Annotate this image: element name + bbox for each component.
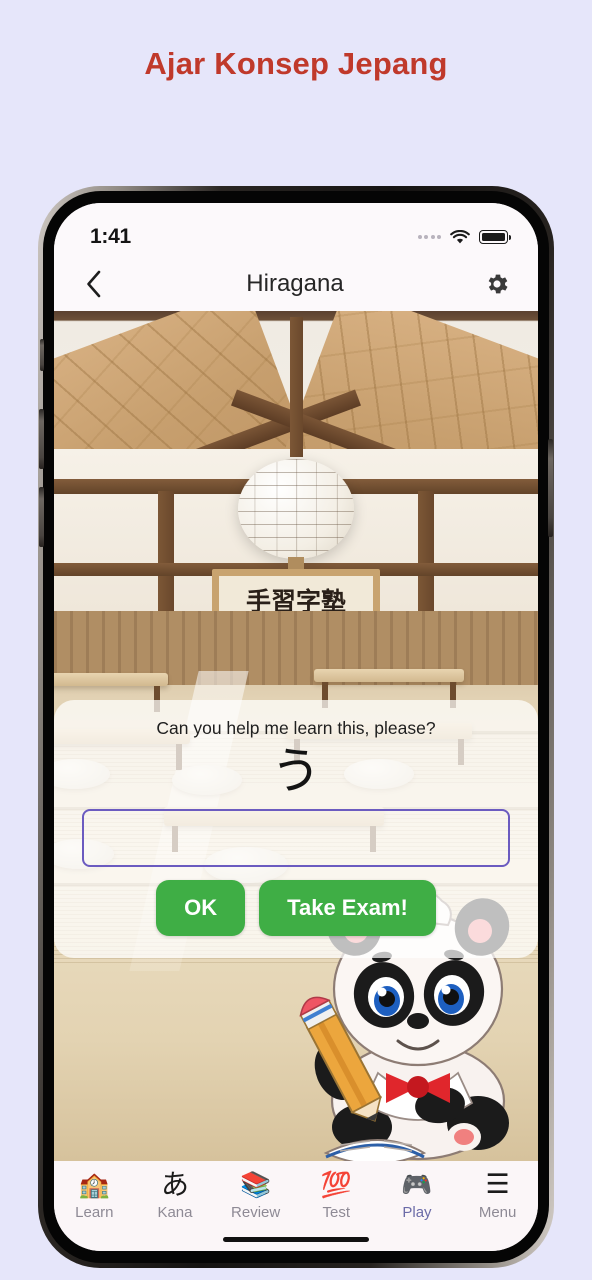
wall-post-left bbox=[158, 491, 174, 611]
status-bar: 1:41 bbox=[54, 203, 538, 257]
status-icons bbox=[417, 229, 511, 245]
hundred-points-icon: 💯 bbox=[320, 1170, 352, 1199]
paper-lantern-icon bbox=[238, 459, 354, 559]
wifi-icon bbox=[450, 229, 470, 245]
tab-test[interactable]: 💯 Test bbox=[297, 1170, 375, 1221]
tab-label-kana: Kana bbox=[157, 1204, 193, 1221]
tab-label-review: Review bbox=[231, 1204, 281, 1221]
tab-review[interactable]: 📚 Review bbox=[217, 1170, 295, 1221]
power-button[interactable] bbox=[548, 439, 553, 537]
signal-dots-icon bbox=[417, 235, 441, 239]
take-exam-button[interactable]: Take Exam! bbox=[259, 880, 436, 936]
page-title: Ajar Konsep Jepang bbox=[144, 46, 448, 81]
tab-play[interactable]: 🎮 Play bbox=[378, 1170, 456, 1221]
home-indicator[interactable] bbox=[223, 1237, 369, 1242]
calligraphy-plaque: 手習字塾 bbox=[212, 569, 380, 611]
center-post bbox=[290, 317, 303, 457]
silent-switch-button[interactable] bbox=[40, 339, 44, 371]
school-icon: 🏫 bbox=[78, 1170, 110, 1199]
learn-dialog: Can you help me learn this, please? う OK… bbox=[54, 700, 538, 958]
gear-icon[interactable] bbox=[480, 267, 514, 301]
volume-up-button[interactable] bbox=[39, 409, 44, 469]
answer-input[interactable] bbox=[82, 809, 510, 867]
dialog-actions: OK Take Exam! bbox=[68, 880, 524, 936]
phone-screen: 1:41 Hiragana 手習字塾 Can you help me learn… bbox=[54, 203, 538, 1251]
ok-button[interactable]: OK bbox=[156, 880, 246, 936]
tab-label-play: Play bbox=[402, 1204, 432, 1221]
hamburger-menu-icon: ☰ bbox=[485, 1169, 510, 1200]
phone-body: 1:41 Hiragana 手習字塾 Can you help me learn… bbox=[39, 191, 553, 1263]
tab-menu[interactable]: ☰ Menu bbox=[459, 1169, 537, 1222]
hiragana-a-icon: あ bbox=[160, 1168, 189, 1201]
japanese-room-background: 手習字塾 bbox=[54, 311, 538, 611]
status-time: 1:41 bbox=[90, 225, 131, 248]
tab-label-learn: Learn bbox=[75, 1204, 114, 1221]
lantern-cap bbox=[288, 557, 304, 569]
dialog-prompt-text: Can you help me learn this, please? bbox=[156, 718, 436, 738]
kana-character: う bbox=[271, 742, 321, 800]
books-icon: 📚 bbox=[240, 1170, 272, 1199]
volume-down-button[interactable] bbox=[39, 487, 44, 547]
wall-post-right bbox=[418, 491, 434, 611]
content-area: 手習字塾 Can you help me learn this, please?… bbox=[54, 311, 538, 1161]
nav-bar: Hiragana bbox=[54, 257, 538, 311]
chevron-left-icon[interactable] bbox=[76, 267, 110, 301]
tab-learn[interactable]: 🏫 Learn bbox=[55, 1170, 133, 1221]
low-table bbox=[54, 673, 168, 712]
tab-kana[interactable]: あ Kana bbox=[136, 1168, 214, 1222]
game-controller-icon: 🎮 bbox=[401, 1170, 433, 1199]
low-table bbox=[314, 669, 464, 708]
tab-label-menu: Menu bbox=[478, 1204, 517, 1221]
tab-label-test: Test bbox=[322, 1204, 351, 1221]
page-heading: Hiragana bbox=[246, 270, 344, 297]
battery-full-icon bbox=[479, 230, 511, 244]
phone-frame: 1:41 Hiragana 手習字塾 Can you help me learn… bbox=[38, 186, 554, 1268]
